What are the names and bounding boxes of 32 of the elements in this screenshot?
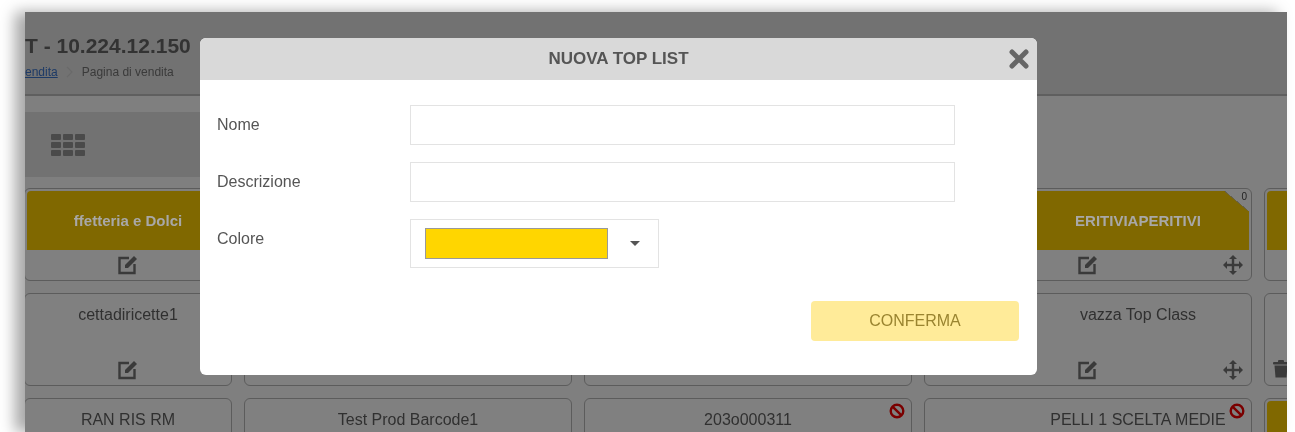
- product-label: vazza Top Class: [1079, 306, 1197, 324]
- product-label: Test Prod Barcode1: [337, 411, 479, 429]
- edit-icon[interactable]: [117, 255, 139, 275]
- product-label: cettadiricette1: [78, 306, 178, 324]
- modal-title: NUOVA TOP LIST: [548, 49, 689, 69]
- category-label: ffetteria e Dolci: [73, 212, 183, 229]
- field-label: Nome: [217, 115, 261, 135]
- product-label: RAN RIS RM: [80, 411, 176, 429]
- caret-icon: [630, 240, 640, 247]
- product-label: 203o000311: [704, 411, 792, 429]
- grid-icon: [51, 133, 85, 156]
- breadcrumb-link[interactable]: endita: [25, 65, 58, 80]
- color-dropdown[interactable]: [410, 219, 659, 268]
- tile-card[interactable]: RAN RIS RM: [25, 398, 232, 432]
- edit-icon[interactable]: [117, 360, 139, 380]
- tile-card[interactable]: 203o000311: [584, 398, 912, 432]
- close-icon[interactable]: [1009, 49, 1029, 69]
- move-icon[interactable]: [1223, 360, 1243, 380]
- tile-card[interactable]: Test Prod Barcode1: [244, 398, 572, 432]
- category-label: ERITIVIAPERITIVI: [1075, 212, 1201, 229]
- tile-card[interactable]: PELLI 1 SCELTA MEDIE: [924, 398, 1252, 432]
- move-icon[interactable]: [1223, 255, 1243, 275]
- edit-icon[interactable]: [1077, 360, 1099, 380]
- text-input[interactable]: [410, 105, 955, 145]
- grid-view-button[interactable]: [25, 112, 200, 177]
- breadcrumb-text: Pagina di vendita: [81, 65, 174, 80]
- page-title: T - 10.224.12.150: [25, 34, 191, 58]
- product-label: PELLI 1 SCELTA MEDIE: [1050, 411, 1226, 429]
- count-badge: 0: [1225, 191, 1249, 211]
- text-input[interactable]: [410, 162, 955, 202]
- edit-icon[interactable]: [1077, 255, 1099, 275]
- trash-icon[interactable]: [1273, 360, 1287, 378]
